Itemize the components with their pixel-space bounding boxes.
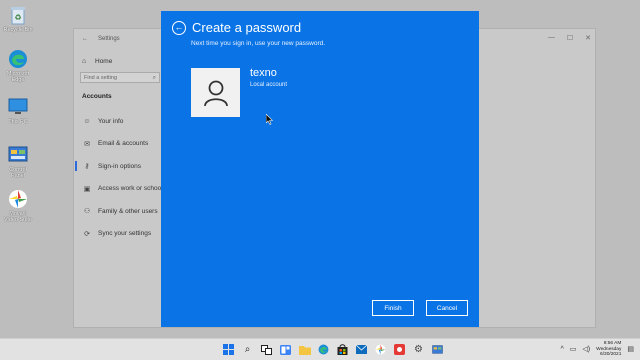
nav-item-your-info[interactable]: ☺ Your info xyxy=(80,110,170,133)
close-icon[interactable]: ✕ xyxy=(585,34,591,42)
people-icon: ⚇ xyxy=(83,208,91,216)
nav-item-label: Your info xyxy=(98,117,124,125)
nav-item-sign-in-options[interactable]: ⚷ Sign-in options xyxy=(75,155,170,178)
desktop-icon-label: This PC xyxy=(8,119,28,125)
control-panel-icon xyxy=(7,144,29,166)
minimize-icon[interactable]: — xyxy=(548,34,555,42)
start-icon[interactable] xyxy=(222,343,235,356)
user-icon xyxy=(203,80,228,106)
edge-icon xyxy=(7,48,29,70)
widgets-icon[interactable] xyxy=(279,343,292,356)
maximize-icon[interactable]: ☐ xyxy=(567,34,573,42)
briefcase-icon: ▣ xyxy=(83,185,91,193)
movavi-icon[interactable] xyxy=(374,343,387,356)
cancel-button[interactable]: Cancel xyxy=(426,300,468,316)
nav-section-title: Accounts xyxy=(82,93,112,100)
system-tray: ^ ▭ ◁) 8:56 AM Wednesday 6/30/2021 ▤ xyxy=(560,341,634,358)
store-icon[interactable] xyxy=(336,343,349,356)
mail-icon: ✉ xyxy=(84,140,90,148)
home-icon: ⌂ xyxy=(82,57,87,65)
desktop-icon-label: Recycle Bin xyxy=(3,27,33,33)
nav-item-label: Email & accounts xyxy=(98,140,149,148)
nav-item-label: Family & other users xyxy=(98,207,158,215)
settings-nav: ⌂ Home Find a setting ⌕ Accounts ☺ Your … xyxy=(75,55,170,246)
control-panel-icon[interactable] xyxy=(431,343,444,356)
chevron-up-icon[interactable]: ^ xyxy=(560,346,563,353)
create-password-dialog: ← Create a password Next time you sign i… xyxy=(161,11,479,327)
back-arrow-icon: ← xyxy=(174,22,184,32)
nav-item-label: Access work or school xyxy=(98,185,163,193)
notification-icon[interactable]: ▤ xyxy=(627,345,634,353)
nav-item-label: Sign-in options xyxy=(98,162,141,170)
file-explorer-icon[interactable] xyxy=(298,343,311,356)
desktop-icon-label: Microsoft Edge xyxy=(6,71,30,83)
finish-button[interactable]: Finish xyxy=(372,300,414,316)
nav-item-label: Sync your settings xyxy=(98,230,152,238)
nav-item-family[interactable]: ⚇ Family & other users xyxy=(80,200,170,223)
clock-date: 6/30/2021 xyxy=(600,352,622,357)
settings-title: Settings xyxy=(98,36,120,42)
sync-icon: ⟳ xyxy=(84,230,90,238)
desktop-icon-label: Control Panel xyxy=(9,167,27,179)
window-controls: — ☐ ✕ xyxy=(548,34,591,42)
dialog-header: ← Create a password xyxy=(172,20,301,35)
desktop-icon-label: Movavi Video Suite xyxy=(3,211,33,223)
clock[interactable]: 8:56 AM Wednesday 6/30/2021 xyxy=(596,341,621,358)
task-view-icon[interactable] xyxy=(260,343,273,356)
desktop-icon-edge[interactable]: Microsoft Edge xyxy=(2,48,34,83)
app-icon[interactable] xyxy=(393,343,406,356)
search-placeholder: Find a setting xyxy=(84,75,118,81)
dialog-subtitle: Next time you sign in, use your new pass… xyxy=(191,40,326,47)
dialog-title: Create a password xyxy=(192,20,302,35)
nav-home[interactable]: ⌂ Home xyxy=(80,55,170,67)
settings-gear-icon[interactable]: ⚙ xyxy=(412,343,425,356)
monitor-icon xyxy=(7,96,29,118)
desktop-icon-movavi[interactable]: Movavi Video Suite xyxy=(2,188,34,223)
taskbar: ⌕ ⚙ ^ ▭ ◁) 8:56 AM Wednesday 6/30/2021 ▤ xyxy=(0,338,640,360)
mail-icon[interactable] xyxy=(355,343,368,356)
back-arrow-icon[interactable]: ← xyxy=(82,36,88,42)
avatar xyxy=(191,68,240,117)
volume-icon[interactable]: ◁) xyxy=(582,345,590,353)
movavi-icon xyxy=(7,188,29,210)
edge-icon[interactable] xyxy=(317,343,330,356)
nav-item-email-accounts[interactable]: ✉ Email & accounts xyxy=(80,133,170,156)
username: texno xyxy=(250,67,277,79)
nav-item-sync[interactable]: ⟳ Sync your settings xyxy=(80,223,170,246)
taskbar-apps: ⌕ ⚙ xyxy=(222,343,444,356)
back-button[interactable]: ← xyxy=(172,20,186,35)
search-icon: ⌕ xyxy=(152,75,156,81)
desktop-icon-control-panel[interactable]: Control Panel xyxy=(2,144,34,179)
mouse-cursor-icon xyxy=(265,112,274,130)
search-input[interactable]: Find a setting ⌕ xyxy=(80,72,160,83)
svg-text:♻: ♻ xyxy=(14,13,21,22)
key-icon: ⚷ xyxy=(84,163,90,171)
person-icon: ☺ xyxy=(83,117,91,125)
desktop-icon-recycle-bin[interactable]: ♻ Recycle Bin xyxy=(2,4,34,33)
nav-home-label: Home xyxy=(95,57,113,65)
recycle-bin-icon: ♻ xyxy=(7,4,29,26)
search-icon[interactable]: ⌕ xyxy=(241,343,254,356)
account-type: Local account xyxy=(250,82,288,88)
nav-item-access-work[interactable]: ▣ Access work or school xyxy=(80,178,170,201)
network-icon[interactable]: ▭ xyxy=(570,345,577,353)
desktop-icon-this-pc[interactable]: This PC xyxy=(2,96,34,125)
